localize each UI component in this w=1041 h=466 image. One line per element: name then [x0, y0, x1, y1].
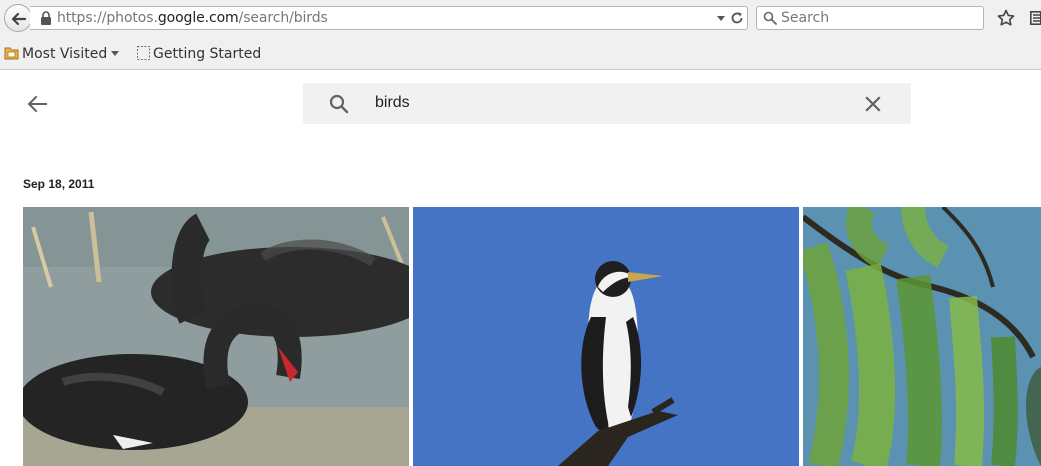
bookmark-most-visited[interactable]: Most Visited — [4, 46, 120, 62]
url-bar[interactable]: https://photos.google.com/search/birds — [30, 6, 748, 30]
photo-image — [413, 207, 799, 466]
close-icon[interactable] — [865, 96, 881, 112]
browser-search-field[interactable] — [756, 6, 984, 30]
folder-icon — [4, 47, 19, 60]
bookmark-getting-started[interactable]: Getting Started — [137, 46, 261, 62]
chevron-down-icon[interactable] — [716, 15, 726, 22]
search-icon — [763, 11, 777, 25]
arrow-back-icon[interactable] — [26, 93, 48, 115]
bookmark-star-icon[interactable] — [997, 9, 1015, 27]
photo-image — [23, 207, 409, 466]
reload-icon[interactable] — [730, 11, 744, 25]
search-query[interactable]: birds — [375, 94, 410, 112]
photo-cormorant[interactable] — [413, 207, 799, 466]
bookmark-label: Getting Started — [153, 46, 262, 62]
browser-toolbar: https://photos.google.com/search/birds — [0, 0, 1041, 38]
photo-willow-tree[interactable] — [803, 207, 1041, 466]
bookmark-label: Most Visited — [22, 46, 108, 62]
photo-image — [803, 207, 1041, 466]
photo-black-swans[interactable] — [23, 207, 409, 466]
page-icon — [137, 46, 150, 60]
bookmarks-toolbar: Most Visited Getting Started — [0, 38, 1041, 70]
photos-search-bar[interactable]: birds — [303, 83, 911, 124]
browser-search-input[interactable] — [781, 9, 977, 27]
search-icon[interactable] — [329, 94, 349, 114]
chevron-down-icon — [111, 51, 120, 56]
reading-list-icon[interactable] — [1030, 11, 1041, 25]
photos-page: birds Sep 18, 2011 — [0, 71, 1041, 466]
url-text: https://photos.google.com/search/birds — [57, 10, 328, 26]
lock-icon — [41, 11, 51, 25]
arrow-left-icon — [11, 12, 27, 26]
browser-back-button[interactable] — [4, 4, 32, 32]
date-group-label: Sep 18, 2011 — [23, 177, 95, 191]
